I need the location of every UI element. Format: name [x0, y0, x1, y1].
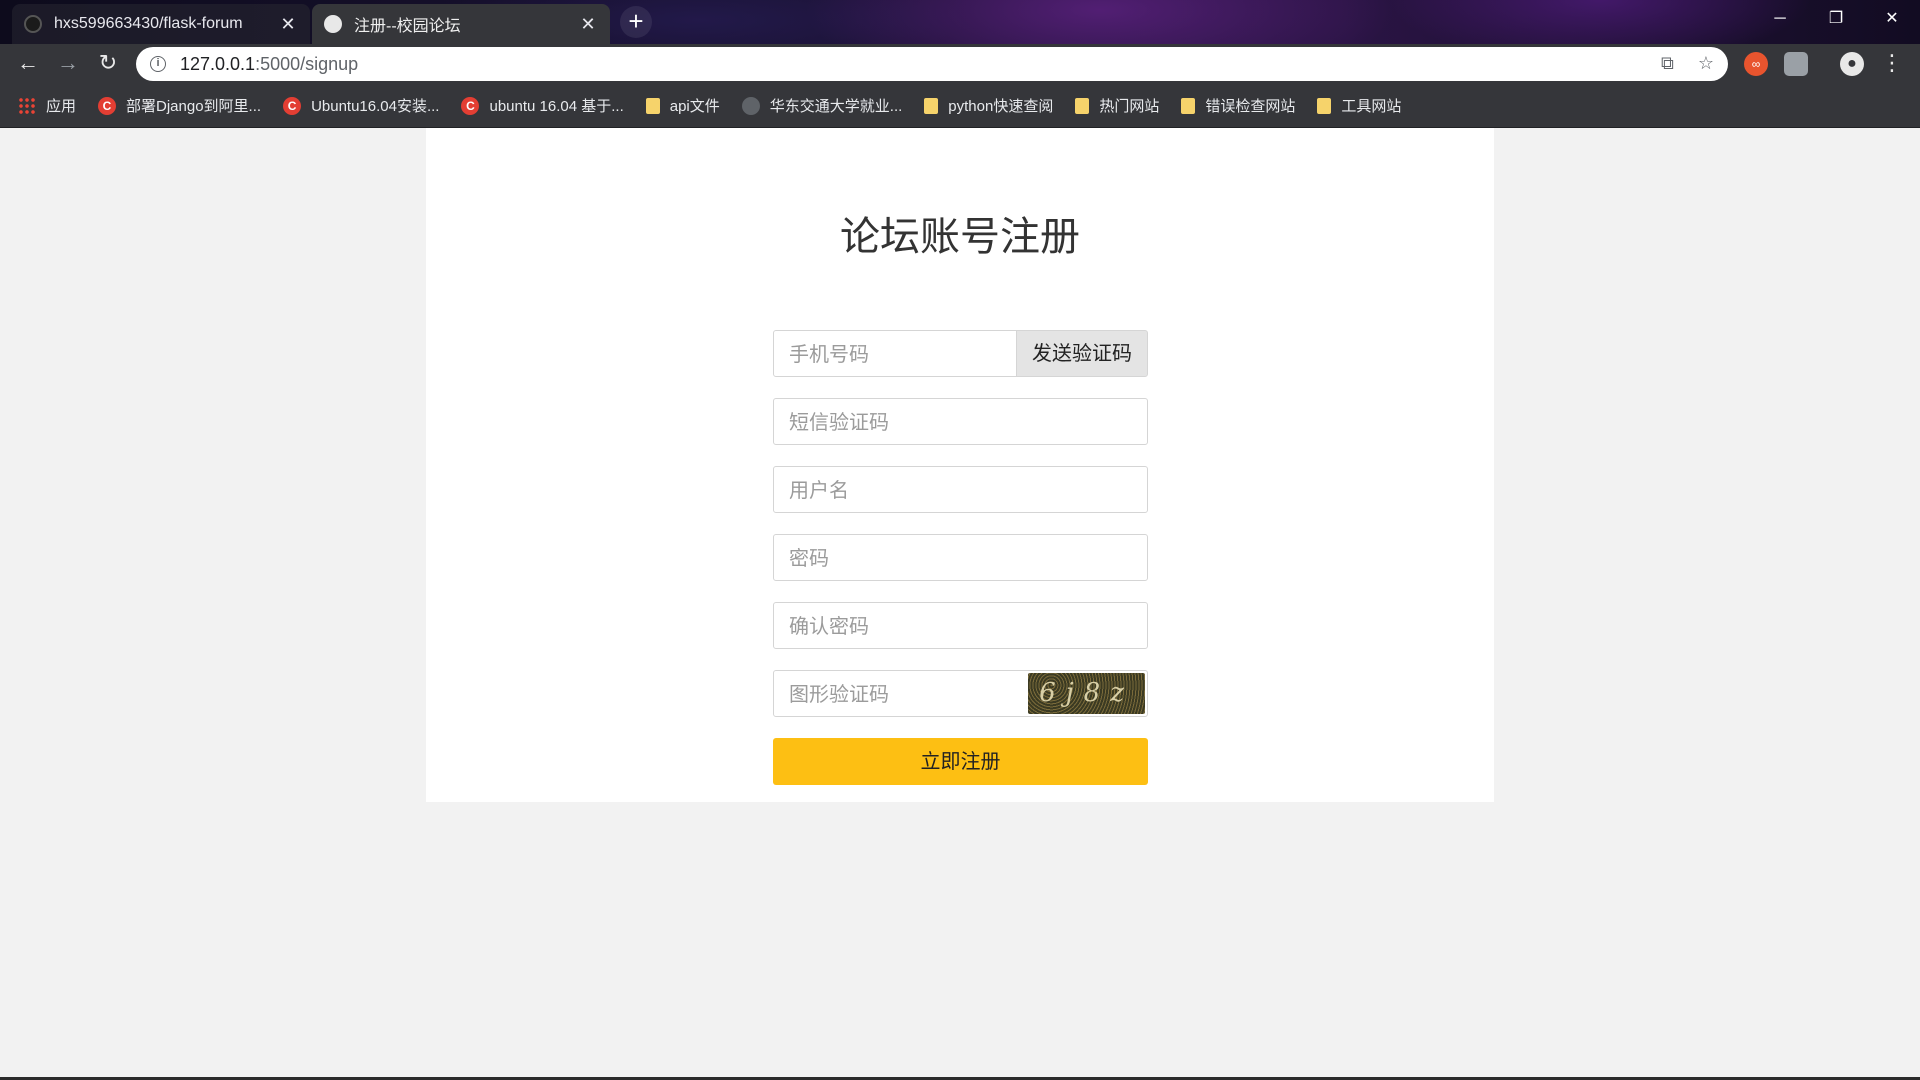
submit-row: 立即注册 [773, 738, 1148, 785]
sms-row [773, 398, 1148, 445]
window-controls: ─ ❐ ✕ [1752, 0, 1920, 40]
tab-title: hxs599663430/flask-forum [54, 15, 243, 32]
bookmark-item[interactable]: C Ubuntu16.04安装... [283, 95, 439, 116]
extension-grey-icon[interactable] [1784, 52, 1808, 76]
url-host: 127.0.0.1 [180, 53, 256, 74]
folder-icon [645, 97, 660, 114]
profile-avatar[interactable]: ● [1840, 52, 1864, 76]
apps-icon [18, 96, 36, 115]
extension-red-icon[interactable]: ∞ [1744, 52, 1768, 76]
bookmark-item[interactable]: C 部署Django到阿里... [98, 95, 261, 116]
folder-icon [1181, 97, 1196, 114]
bookmark-label: api文件 [669, 98, 720, 115]
close-icon[interactable]: ✕ [278, 14, 298, 35]
menu-icon[interactable]: ⋮ [1880, 50, 1904, 78]
bookmark-label: 应用 [46, 98, 77, 115]
translate-icon[interactable]: ⧉ [1661, 53, 1674, 74]
maximize-button[interactable]: ❐ [1808, 0, 1864, 40]
reload-button[interactable]: ↻ [92, 48, 124, 80]
address-bar[interactable]: i 127.0.0.1 :5000/signup ⧉ ☆ [136, 47, 1728, 81]
tab-title: 注册--校园论坛 [354, 18, 461, 35]
folder-icon [1317, 97, 1332, 114]
omnibox-actions: ⧉ ☆ [1661, 53, 1714, 74]
tab-signup[interactable]: 注册--校园论坛 ✕ [312, 4, 610, 44]
bookmark-label: 热门网站 [1099, 98, 1160, 115]
folder-icon [924, 97, 939, 114]
bookmark-folder[interactable]: 错误检查网站 [1181, 95, 1295, 116]
bookmark-apps[interactable]: 应用 [18, 95, 76, 116]
bookmark-folder[interactable]: python快速查阅 [924, 95, 1053, 116]
info-icon[interactable]: i [150, 56, 166, 72]
send-code-button[interactable]: 发送验证码 [1016, 330, 1148, 377]
tab-github[interactable]: hxs599663430/flask-forum ✕ [12, 4, 310, 44]
csdn-icon: C [283, 96, 302, 115]
close-icon[interactable]: ✕ [578, 14, 598, 35]
confirm-row [773, 602, 1148, 649]
browser-chrome: hxs599663430/flask-forum ✕ 注册--校园论坛 ✕ + … [0, 0, 1920, 128]
signup-button[interactable]: 立即注册 [773, 738, 1148, 785]
bookmarks-bar: 应用 C 部署Django到阿里... C Ubuntu16.04安装... Cub… [0, 84, 1920, 128]
globe-icon [741, 96, 760, 115]
username-row [773, 466, 1148, 513]
captcha-image[interactable]: 6j8z [1028, 673, 1145, 714]
page-title: 论坛账号注册 [840, 214, 1080, 260]
username-input[interactable] [773, 466, 1148, 513]
bookmark-folder[interactable]: api文件 [645, 95, 720, 116]
forward-button[interactable]: → [52, 48, 84, 80]
bookmark-label: Ubuntu16.04安装... [311, 98, 440, 115]
minimize-button[interactable]: ─ [1752, 0, 1808, 40]
bookmark-folder[interactable]: 工具网站 [1317, 95, 1401, 116]
browser-toolbar: ← → ↻ i 127.0.0.1 :5000/signup ⧉ ☆ ∞ ● ⋮ [0, 44, 1920, 84]
bookmark-label: 工具网站 [1341, 98, 1402, 115]
github-icon [24, 15, 42, 33]
bookmark-label: python快速查阅 [948, 98, 1054, 115]
tab-strip: hxs599663430/flask-forum ✕ 注册--校园论坛 ✕ + … [0, 0, 1920, 44]
bookmark-label: ubuntu 16.04 基于... [489, 98, 624, 115]
new-tab-button[interactable]: + [620, 6, 652, 38]
close-window-button[interactable]: ✕ [1864, 0, 1920, 40]
phone-input[interactable] [773, 330, 1017, 377]
captcha-row: 6j8z [773, 670, 1148, 717]
password-row [773, 534, 1148, 581]
url-path: :5000/signup [255, 53, 359, 74]
folder-icon [1075, 97, 1090, 114]
captcha-text: 6j8z [1039, 678, 1134, 708]
signup-card: 论坛账号注册 发送验证码 6j8z [426, 128, 1494, 802]
sms-code-input[interactable] [773, 398, 1148, 445]
bookmark-label: 华东交通大学就业... [769, 98, 903, 115]
confirm-password-input[interactable] [773, 602, 1148, 649]
back-button[interactable]: ← [12, 48, 44, 80]
globe-icon [324, 15, 342, 33]
csdn-icon: C [461, 96, 480, 115]
bookmark-item[interactable]: Cubuntu 16.04 基于... [461, 95, 624, 116]
bookmark-folder[interactable]: 热门网站 [1075, 95, 1159, 116]
bookmark-item[interactable]: 华东交通大学就业... [741, 95, 903, 116]
bookmark-label: 错误检查网站 [1205, 98, 1296, 115]
star-icon[interactable]: ☆ [1698, 53, 1714, 74]
signup-form: 发送验证码 6j8z 立即注册 [773, 330, 1148, 806]
page-body: 论坛账号注册 发送验证码 6j8z [0, 128, 1920, 1080]
password-input[interactable] [773, 534, 1148, 581]
bookmark-label: 部署Django到阿里... [126, 98, 262, 115]
phone-row: 发送验证码 [773, 330, 1148, 377]
csdn-icon: C [98, 96, 117, 115]
